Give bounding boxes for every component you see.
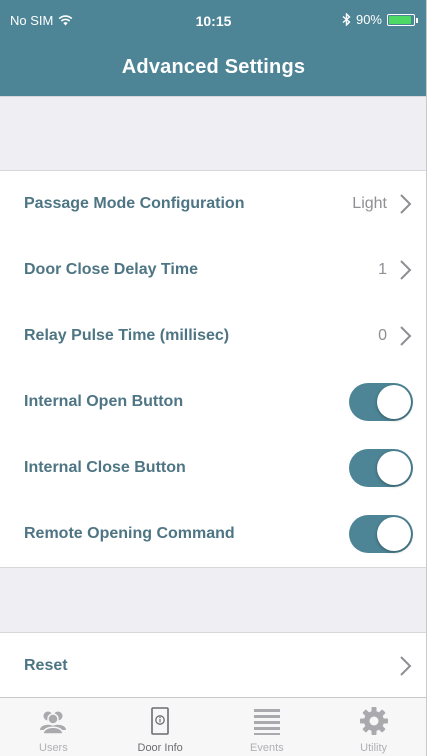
internal-open-row: Internal Open Button <box>0 369 426 435</box>
chevron-right-icon <box>400 656 412 676</box>
reset-section: Reset <box>0 632 426 700</box>
battery-icon <box>387 13 418 26</box>
remote-opening-label: Remote Opening Command <box>24 525 235 542</box>
internal-open-label: Internal Open Button <box>24 393 184 410</box>
internal-open-toggle[interactable] <box>349 383 413 421</box>
settings-list: Passage Mode Configuration Light Door Cl… <box>0 170 426 568</box>
page-title: Advanced Settings <box>121 56 306 78</box>
tab-users-label: Users <box>39 742 68 754</box>
tab-utility-label: Utility <box>360 742 388 754</box>
passage-mode-row[interactable]: Passage Mode Configuration Light <box>0 171 426 237</box>
chevron-right-icon <box>400 326 412 346</box>
tab-events[interactable]: Events <box>214 698 321 756</box>
passage-mode-value: Light <box>352 195 387 212</box>
internal-close-label: Internal Close Button <box>24 459 186 476</box>
status-bar: No SIM 10:15 90% <box>0 0 426 40</box>
battery-percent: 90% <box>355 12 382 27</box>
navigation-header: No SIM 10:15 90% Advanced Settings <box>0 0 426 96</box>
gear-icon <box>359 707 388 735</box>
section-spacer-top <box>0 96 426 170</box>
bluetooth-icon <box>342 13 351 26</box>
status-right: 90% <box>342 12 418 27</box>
remote-opening-toggle[interactable] <box>349 515 413 553</box>
tab-door-info[interactable]: Door Info <box>107 698 214 756</box>
chevron-right-icon <box>400 260 412 280</box>
tab-events-label: Events <box>250 742 284 754</box>
toggle-knob <box>377 385 411 419</box>
reset-label: Reset <box>24 657 68 674</box>
passage-mode-label: Passage Mode Configuration <box>24 195 245 212</box>
tab-users[interactable]: Users <box>0 698 107 756</box>
events-icon <box>253 709 280 735</box>
relay-pulse-value: 0 <box>378 327 387 344</box>
section-spacer-middle <box>0 568 426 632</box>
toggle-knob <box>377 451 411 485</box>
internal-close-row: Internal Close Button <box>0 435 426 501</box>
relay-pulse-row[interactable]: Relay Pulse Time (millisec) 0 <box>0 303 426 369</box>
tab-utility[interactable]: Utility <box>320 698 426 756</box>
chevron-right-icon <box>400 194 412 214</box>
tab-bar: Users Door Info Events Utility <box>0 697 426 756</box>
door-info-icon <box>151 707 169 735</box>
battery-level-fill <box>389 15 411 24</box>
internal-close-toggle[interactable] <box>349 449 413 487</box>
phone-screen: No SIM 10:15 90% Advanced Settings Passa… <box>0 0 427 756</box>
users-icon <box>40 711 67 735</box>
toggle-knob <box>377 517 411 551</box>
remote-opening-row: Remote Opening Command <box>0 501 426 567</box>
door-close-delay-value: 1 <box>378 261 387 278</box>
tab-door-info-label: Door Info <box>137 742 183 754</box>
door-close-delay-label: Door Close Delay Time <box>24 261 198 278</box>
relay-pulse-label: Relay Pulse Time (millisec) <box>24 327 230 344</box>
reset-row[interactable]: Reset <box>0 633 426 699</box>
door-close-delay-row[interactable]: Door Close Delay Time 1 <box>0 237 426 303</box>
